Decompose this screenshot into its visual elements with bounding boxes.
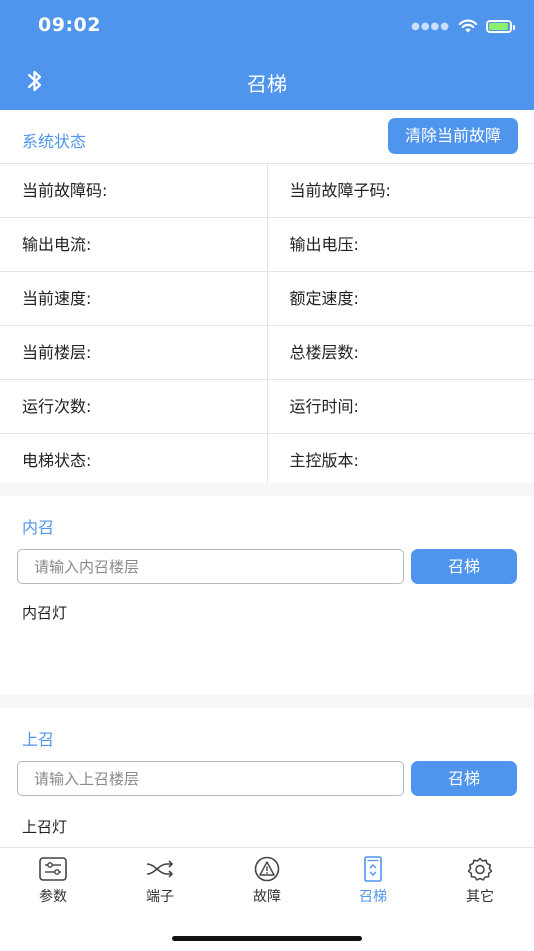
up-call-section: 上召 召梯 上召灯 [0, 708, 534, 847]
status-field-label: 当前速度: [0, 272, 267, 325]
status-grid: 当前故障码:当前故障子码:输出电流:输出电压:当前速度:额定速度:当前楼层:总楼… [0, 163, 534, 488]
status-field-label: 输出电压: [267, 218, 534, 271]
settings-sliders-icon [38, 856, 68, 882]
status-row: 当前速度:额定速度: [0, 272, 534, 326]
status-field-label: 额定速度: [267, 272, 534, 325]
status-row: 当前楼层:总楼层数: [0, 326, 534, 380]
section-divider [0, 695, 534, 708]
inner-call-floor-input[interactable] [17, 549, 404, 584]
inner-call-lamp-label: 内召灯 [22, 602, 67, 623]
status-row: 当前故障码:当前故障子码: [0, 164, 534, 218]
status-field-label: 总楼层数: [267, 326, 534, 379]
status-field-label: 运行次数: [0, 380, 267, 433]
status-field-label: 当前楼层: [0, 326, 267, 379]
status-field-label: 运行时间: [267, 380, 534, 433]
status-row: 输出电流:输出电压: [0, 218, 534, 272]
gear-icon [465, 856, 495, 882]
up-call-title: 上召 [22, 726, 54, 750]
tab-params-label: 参数 [13, 886, 93, 906]
status-icons: ●●●● [411, 17, 512, 35]
inner-call-button[interactable]: 召梯 [411, 549, 517, 584]
clear-fault-button[interactable]: 清除当前故障 [388, 118, 518, 154]
warning-icon [252, 856, 282, 882]
up-call-floor-input[interactable] [17, 761, 404, 796]
shuffle-icon [145, 856, 175, 882]
inner-call-title: 内召 [22, 514, 54, 538]
home-indicator [172, 936, 362, 941]
tab-faults[interactable]: 故障 [227, 856, 307, 906]
status-bar: 09:02 ●●●● [0, 0, 534, 52]
status-field-label: 输出电流: [0, 218, 267, 271]
status-field-label: 主控版本: [267, 434, 534, 487]
header-bar: 09:02 ●●●● 召梯 [0, 0, 534, 110]
status-field-label: 当前故障码: [0, 164, 267, 217]
up-call-lamp-label: 上召灯 [22, 816, 67, 837]
tab-terminals[interactable]: 端子 [120, 856, 200, 906]
signal-icon: ●●●● [411, 21, 450, 32]
status-field-label: 当前故障子码: [267, 164, 534, 217]
tab-call-elevator[interactable]: 召梯 [333, 856, 413, 906]
nav-bar: 召梯 [0, 52, 534, 110]
status-row: 电梯状态:主控版本: [0, 434, 534, 488]
status-time: 09:02 [38, 14, 101, 36]
system-status-header: 系统状态 清除当前故障 [0, 110, 534, 163]
wifi-icon [458, 19, 478, 34]
status-field-label: 电梯状态: [0, 434, 267, 487]
battery-icon [486, 20, 512, 33]
page-title: 召梯 [0, 68, 534, 97]
section-divider [0, 483, 534, 496]
tab-faults-label: 故障 [227, 886, 307, 906]
tab-other-label: 其它 [440, 886, 520, 906]
tab-other[interactable]: 其它 [440, 856, 520, 906]
tab-params[interactable]: 参数 [13, 856, 93, 906]
system-status-title: 系统状态 [22, 128, 86, 152]
elevator-icon [358, 856, 388, 882]
tab-terminals-label: 端子 [120, 886, 200, 906]
inner-call-section: 内召 召梯 内召灯 [0, 496, 534, 695]
up-call-button[interactable]: 召梯 [411, 761, 517, 796]
status-row: 运行次数:运行时间: [0, 380, 534, 434]
tab-call-elevator-label: 召梯 [333, 886, 413, 906]
